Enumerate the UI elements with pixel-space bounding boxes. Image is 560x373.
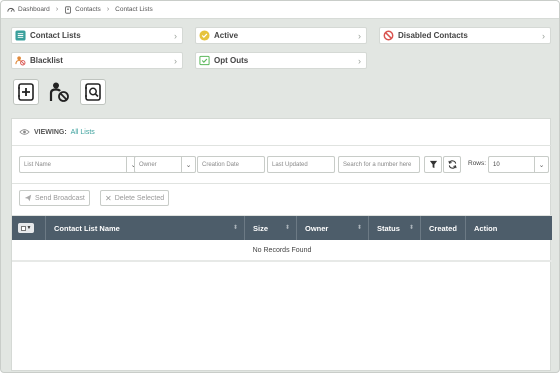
category-label: Active: [214, 31, 239, 40]
opt-out-icon: [199, 55, 210, 66]
category-active[interactable]: Active ›: [195, 27, 367, 44]
table-header: ▼ Contact List Name ⬍ Size ⬍ Owner ⬍ Sta…: [12, 216, 552, 240]
checkbox[interactable]: [20, 225, 26, 231]
last-updated-placeholder: Last Updated: [272, 161, 308, 168]
send-broadcast-label: Send Broadcast: [35, 194, 85, 202]
chevron-down-icon: ⌄: [181, 157, 195, 172]
breadcrumb: Dashboard › Contacts › Contact Lists: [1, 1, 559, 19]
chevron-right-icon: ›: [174, 56, 177, 66]
sort-icon: ⬍: [284, 225, 290, 231]
rows-label: Rows:: [468, 160, 487, 167]
category-label: Disabled Contacts: [398, 31, 468, 40]
column-label: Size: [253, 223, 269, 233]
column-size[interactable]: Size ⬍: [245, 216, 297, 240]
sort-icon: ⬍: [232, 225, 238, 231]
dashboard-icon: [7, 7, 15, 12]
chevron-right-icon: ›: [358, 31, 361, 41]
select-all-dropdown[interactable]: ▼: [18, 223, 34, 233]
list-name-filter[interactable]: List Name ⌄: [19, 156, 141, 173]
search-list-icon: [85, 83, 101, 101]
column-label: Owner: [305, 223, 329, 233]
eye-icon: [19, 129, 30, 135]
list-name-placeholder: List Name: [24, 161, 52, 168]
number-search-input[interactable]: Search for a number here: [338, 156, 420, 173]
paper-plane-icon: [24, 194, 32, 202]
last-updated-filter[interactable]: Last Updated: [267, 156, 335, 173]
delete-selected-button[interactable]: ✕ Delete Selected: [100, 190, 170, 206]
chevron-right-icon: ›: [358, 56, 361, 66]
column-created[interactable]: Created: [421, 216, 466, 240]
breadcrumb-separator: ›: [55, 6, 59, 13]
owner-filter[interactable]: Owner ⌄: [134, 156, 196, 173]
breadcrumb-contacts-label: Contacts: [75, 6, 101, 13]
contact-list-icon: [15, 30, 26, 41]
chevron-down-icon: ⌄: [534, 157, 548, 172]
refresh-button[interactable]: [443, 156, 461, 173]
column-label: Created: [429, 223, 457, 233]
add-list-button[interactable]: [13, 79, 39, 105]
refresh-icon: [447, 160, 457, 169]
blacklist-icon: [15, 56, 26, 66]
rows-per-page-select[interactable]: 10 ⌄: [488, 156, 549, 173]
filter-button[interactable]: [424, 156, 442, 173]
filter-row: List Name ⌄ Owner ⌄ Creation Date Last U…: [12, 146, 552, 184]
empty-text: No Records Found: [252, 246, 312, 254]
search-list-button[interactable]: [80, 79, 106, 105]
column-contact-list-name[interactable]: Contact List Name ⬍: [46, 216, 245, 240]
bulk-actions-row: Send Broadcast ✕ Delete Selected: [12, 184, 552, 216]
sort-icon: ⬍: [356, 225, 362, 231]
chevron-right-icon: ›: [174, 31, 177, 41]
filter-icon: [429, 160, 437, 169]
block-contact-button[interactable]: [46, 79, 72, 105]
breadcrumb-dashboard-label: Dashboard: [18, 6, 50, 13]
select-all-column[interactable]: ▼: [12, 216, 46, 240]
viewing-label: VIEWING:: [34, 128, 67, 136]
disabled-icon: [383, 30, 394, 41]
category-label: Blacklist: [30, 56, 63, 65]
add-list-icon: [18, 83, 34, 101]
column-label: Contact List Name: [54, 223, 120, 233]
send-broadcast-button[interactable]: Send Broadcast: [19, 190, 90, 206]
creation-date-filter[interactable]: Creation Date: [197, 156, 265, 173]
category-contact-lists[interactable]: Contact Lists ›: [11, 27, 183, 44]
empty-table-message: No Records Found: [12, 240, 552, 262]
number-search-placeholder: Search for a number here: [343, 161, 412, 168]
app-window: Dashboard › Contacts › Contact Lists Con…: [0, 0, 560, 373]
contacts-book-icon: [65, 5, 71, 14]
column-owner[interactable]: Owner ⬍: [297, 216, 369, 240]
breadcrumb-dashboard[interactable]: Dashboard: [7, 6, 50, 14]
delete-selected-label: Delete Selected: [114, 194, 165, 202]
viewing-row: VIEWING: All Lists: [12, 119, 552, 146]
owner-placeholder: Owner: [139, 161, 157, 168]
contact-lists-panel: VIEWING: All Lists List Name ⌄ Owner ⌄ C…: [11, 118, 552, 371]
category-disabled-contacts[interactable]: Disabled Contacts ›: [379, 27, 551, 44]
column-action: Action: [466, 216, 552, 240]
column-status[interactable]: Status ⬍: [369, 216, 421, 240]
close-icon: ✕: [105, 193, 112, 203]
block-user-icon: [49, 82, 69, 102]
viewing-value-link[interactable]: All Lists: [71, 129, 95, 136]
category-opt-outs[interactable]: Opt Outs ›: [195, 52, 367, 69]
caret-down-icon: ▼: [26, 225, 32, 231]
column-label: Status: [377, 223, 400, 233]
rows-per-page-value: 10: [493, 161, 500, 168]
creation-date-placeholder: Creation Date: [202, 161, 240, 168]
breadcrumb-contact-lists: Contact Lists: [115, 6, 153, 13]
sort-icon: ⬍: [408, 225, 414, 231]
column-label: Action: [474, 223, 498, 233]
active-check-icon: [199, 30, 210, 41]
category-blacklist[interactable]: Blacklist ›: [11, 52, 183, 69]
breadcrumb-separator: ›: [106, 6, 110, 13]
breadcrumb-contact-lists-label: Contact Lists: [115, 6, 153, 13]
category-label: Opt Outs: [214, 56, 249, 65]
category-label: Contact Lists: [30, 31, 81, 40]
chevron-right-icon: ›: [542, 31, 545, 41]
breadcrumb-contacts[interactable]: Contacts: [64, 5, 101, 14]
